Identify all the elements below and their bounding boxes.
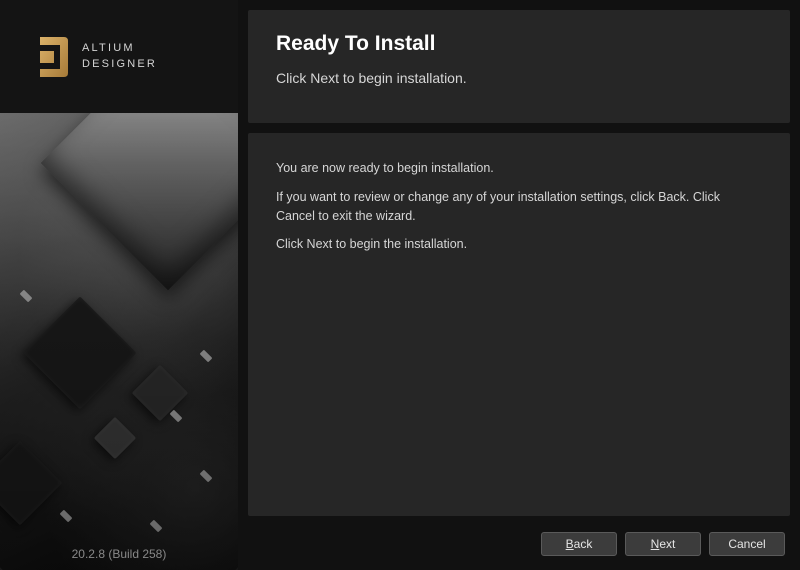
button-row: Back Next Cancel (248, 532, 790, 560)
decorative-smd (20, 290, 33, 303)
decorative-chip (94, 417, 136, 459)
decorative-chip (0, 441, 62, 526)
logo-area: ALTIUM DESIGNER (0, 0, 238, 113)
content-p2: If you want to review or change any of y… (276, 188, 762, 226)
back-button[interactable]: Back (541, 532, 617, 556)
decorative-chip (23, 296, 136, 409)
decorative-smd (200, 470, 213, 483)
decorative-smd (150, 520, 163, 533)
next-button[interactable]: Next (625, 532, 701, 556)
cancel-button[interactable]: Cancel (709, 532, 785, 556)
brand-line1: ALTIUM (82, 41, 157, 57)
content-panel: You are now ready to begin installation.… (248, 133, 790, 516)
decorative-chip (132, 365, 189, 422)
page-title: Ready To Install (276, 32, 762, 56)
altium-logo-icon (30, 33, 72, 81)
decorative-smd (170, 410, 183, 423)
sidebar: ALTIUM DESIGNER 20.2.8 (Build 258) (0, 0, 238, 570)
content-p3: Click Next to begin the installation. (276, 235, 762, 254)
decorative-smd (60, 510, 73, 523)
main-panel: Ready To Install Click Next to begin ins… (238, 0, 800, 570)
header-panel: Ready To Install Click Next to begin ins… (248, 10, 790, 123)
brand-logo: ALTIUM DESIGNER (30, 33, 157, 81)
decorative-smd (200, 350, 213, 363)
version-label: 20.2.8 (Build 258) (0, 547, 238, 561)
brand-line2: DESIGNER (82, 57, 157, 73)
sidebar-artwork: 20.2.8 (Build 258) (0, 113, 238, 570)
page-subtitle: Click Next to begin installation. (276, 70, 762, 86)
brand-text: ALTIUM DESIGNER (82, 41, 157, 73)
content-p1: You are now ready to begin installation. (276, 159, 762, 178)
